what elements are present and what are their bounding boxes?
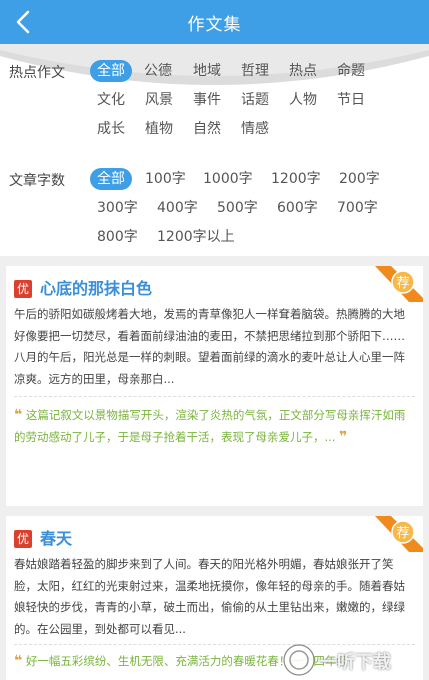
article-excerpt: 春姑娘踏着轻盈的脚步来到了人间。春天的阳光格外明媚，春姑娘张开了笑脸，太阳，红红…: [14, 557, 405, 636]
wordcount-chip[interactable]: 700字: [337, 197, 378, 219]
wordcount-chip[interactable]: 800字: [97, 226, 138, 248]
open-quote-icon: ❝: [14, 653, 23, 669]
watermark-logo-icon: [283, 644, 315, 676]
topic-chip-all[interactable]: 全部: [90, 60, 132, 82]
topic-chip[interactable]: 植物: [145, 118, 173, 140]
article-title[interactable]: 心底的那抹白色: [40, 275, 152, 299]
topic-chip[interactable]: 自然: [193, 118, 221, 140]
topic-filter-label: 热点作文: [9, 65, 65, 81]
topic-chip[interactable]: 成长: [97, 118, 125, 140]
open-quote-icon: ❝: [14, 407, 23, 423]
svg-text:荐: 荐: [396, 276, 409, 291]
topic-chip[interactable]: 风景: [145, 89, 173, 111]
wordcount-chip[interactable]: 100字: [145, 168, 186, 190]
article-title[interactable]: 春天: [40, 525, 72, 549]
wordcount-chip[interactable]: 200字: [339, 168, 380, 190]
topic-chip[interactable]: 地域: [193, 60, 221, 82]
wordcount-chip[interactable]: 1200字: [271, 168, 321, 190]
app-header: 作文集: [0, 0, 429, 44]
close-quote-icon: ❞: [339, 429, 348, 445]
site-watermark: 一听下载: [275, 642, 425, 678]
wordcount-chip[interactable]: 400字: [157, 197, 198, 219]
topic-chip[interactable]: 事件: [193, 89, 221, 111]
wordcount-chip[interactable]: 300字: [97, 197, 138, 219]
page-title: 作文集: [187, 15, 242, 35]
filter-panel: 热点作文 全部 公德 地域 哲理 热点 命题 文化 风景 事件 话题 人物 节日…: [0, 44, 429, 256]
topic-chip[interactable]: 热点: [289, 60, 317, 82]
topic-chip[interactable]: 公德: [144, 60, 172, 82]
topic-chip[interactable]: 话题: [241, 89, 269, 111]
wordcount-chip[interactable]: 600字: [277, 197, 318, 219]
recommend-ribbon-icon: 荐: [375, 266, 423, 302]
wordcount-chip[interactable]: 500字: [217, 197, 258, 219]
topic-chip[interactable]: 文化: [97, 89, 125, 111]
watermark-text: 一听下载: [319, 652, 391, 673]
topic-chip[interactable]: 情感: [241, 118, 269, 140]
topic-chip[interactable]: 哲理: [241, 60, 269, 82]
excellent-badge: 优: [14, 530, 32, 548]
recommend-ribbon-icon: 荐: [375, 516, 423, 552]
article-card[interactable]: 优 心底的那抹白色 荐 午后的骄阳如碳般烤着大地，发焉的青草像犯人一样耷着脑袋。…: [6, 266, 423, 506]
excellent-badge: 优: [14, 280, 32, 298]
svg-text:荐: 荐: [396, 526, 409, 541]
wordcount-chip[interactable]: 1200字以上: [157, 226, 235, 248]
wordcount-chip[interactable]: 1000字: [203, 168, 253, 190]
topic-chip[interactable]: 人物: [289, 89, 317, 111]
card-divider: [14, 396, 415, 397]
wordcount-chip-all[interactable]: 全部: [90, 168, 132, 190]
teacher-comment: ❝ 这篇记叙文以景物描写开头，渲染了炎热的气氛，正文部分写母亲挥汗如雨的劳动感动…: [14, 407, 406, 445]
topic-chip[interactable]: 命题: [337, 60, 365, 82]
article-excerpt: 午后的骄阳如碳般烤着大地，发焉的青草像犯人一样耷着脑袋。热腾腾的大地好像要把一切…: [14, 307, 405, 386]
wordcount-filter-label: 文章字数: [9, 173, 65, 189]
topic-chip[interactable]: 节日: [337, 89, 365, 111]
